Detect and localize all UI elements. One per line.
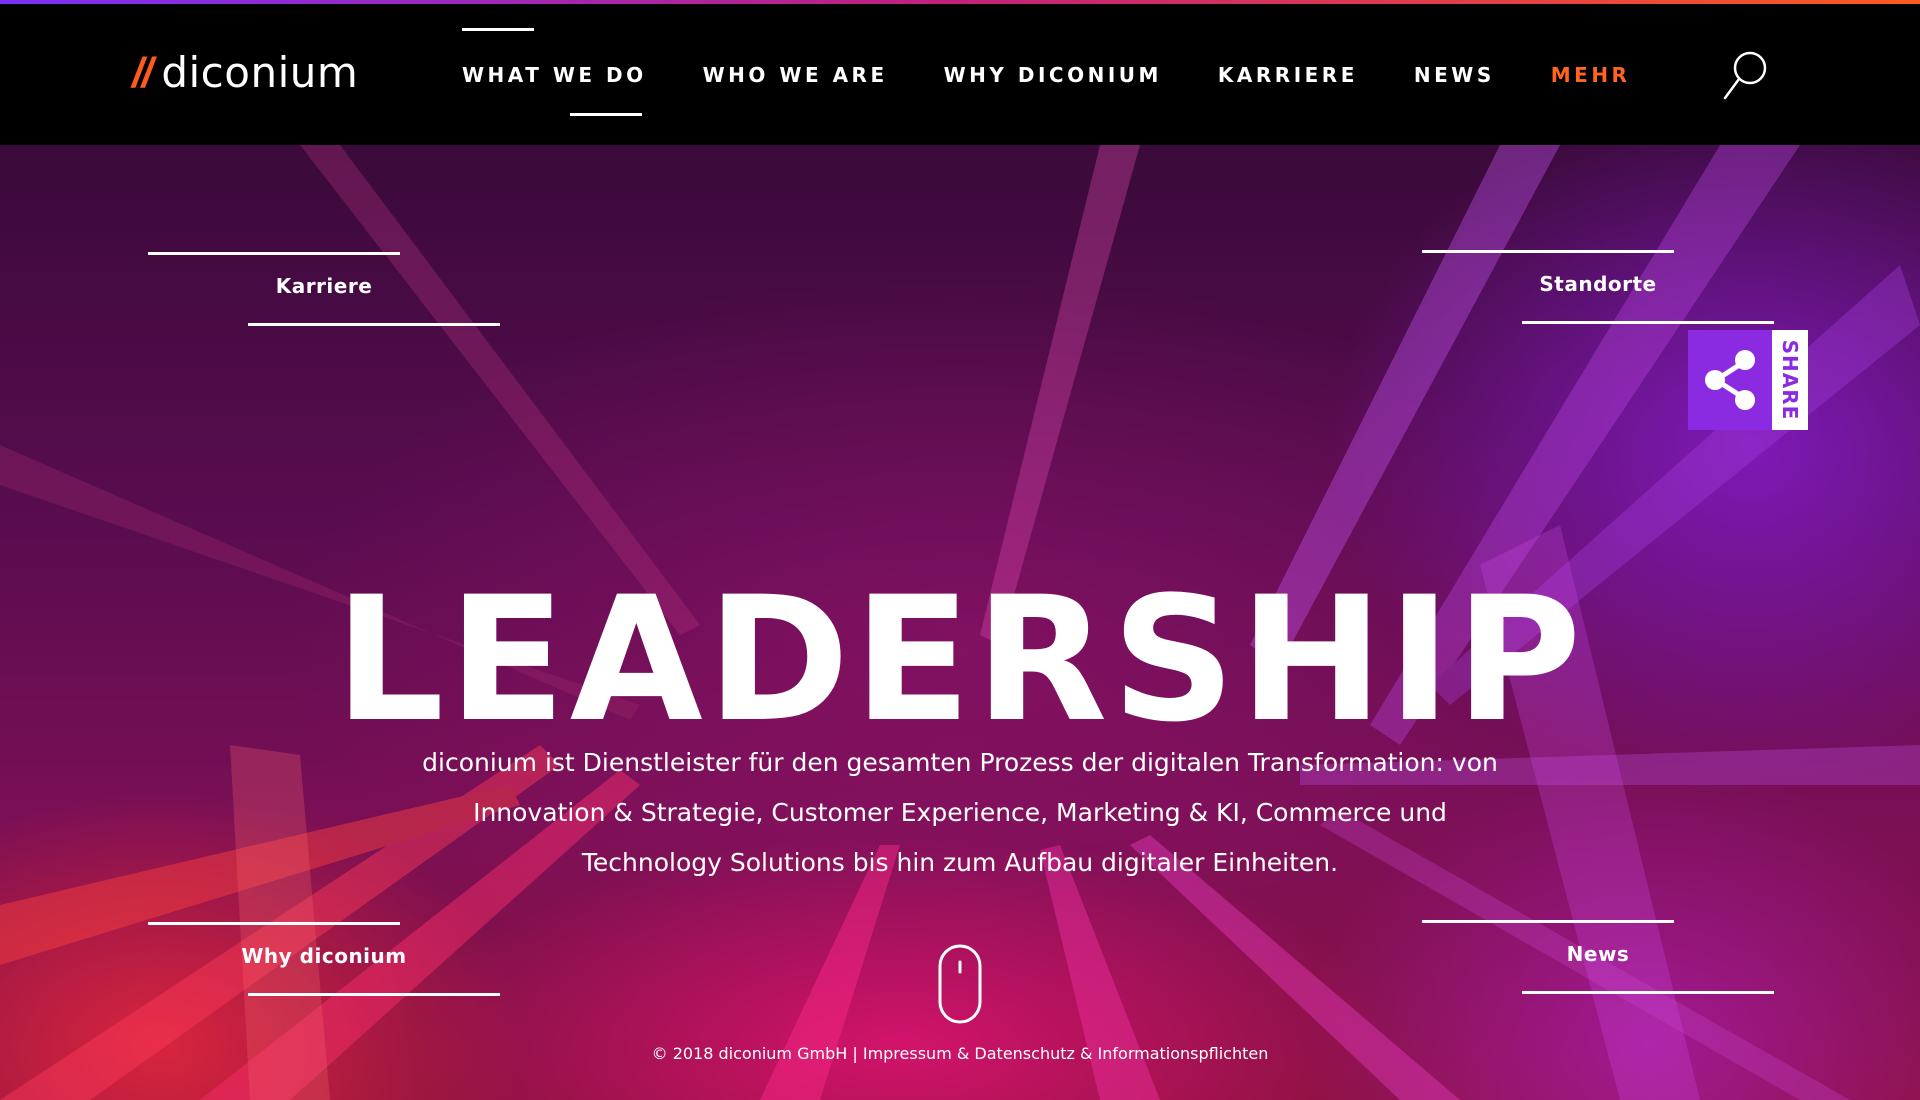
corner-link-karriere[interactable]: Karriere [148,252,500,326]
corner-line-top [148,252,400,255]
logo[interactable]: // diconium [132,48,358,108]
share-icon-box [1688,330,1772,430]
share-label-box: SHARE [1772,330,1808,430]
search-icon [1723,51,1767,100]
corner-link-why-diconium[interactable]: Why diconium [148,922,500,996]
nav-item-news[interactable]: NEWS [1414,63,1495,87]
nav-item-who-we-are[interactable]: WHO WE ARE [703,63,888,87]
corner-line-bottom [1522,991,1774,994]
nav-item-karriere[interactable]: KARRIERE [1218,63,1358,87]
nav-item-mehr[interactable]: MEHR [1551,63,1631,87]
logo-slashes: // [132,49,153,96]
corner-link-label: Why diconium [241,944,407,968]
hero-description-line: Technology Solutions bis hin zum Aufbau … [581,848,1339,877]
top-gradient-stripe [0,0,1920,4]
corner-line-top [1422,920,1674,923]
nav-item-why-diconium[interactable]: WHY DICONIUM [944,63,1162,87]
corner-line-bottom [248,993,500,996]
corner-link-news[interactable]: News [1422,920,1774,994]
share-label: SHARE [1778,339,1802,421]
footer-copyright: © 2018 diconium GmbH [651,1044,848,1063]
footer-legal-link[interactable]: Impressum & Datenschutz & Informationspf… [863,1044,1269,1063]
share-icon [1705,350,1755,410]
share-button[interactable]: SHARE [1688,330,1808,430]
footer-separator: | [852,1044,858,1063]
page: // diconium WHAT WE DO WHO WE ARE WHY DI… [0,0,1920,1100]
main-nav: WHAT WE DO WHO WE ARE WHY DICONIUM KARRI… [462,4,1686,145]
corner-line-top [1422,250,1674,253]
hero-headline: LEADERSHIP [334,559,1586,761]
corner-line-top [148,922,400,925]
hero-description-line: Innovation & Strategie, Customer Experie… [473,798,1447,827]
logo-text: diconium [161,48,359,97]
scroll-down-button[interactable] [938,944,982,1024]
site-header: // diconium WHAT WE DO WHO WE ARE WHY DI… [0,4,1920,145]
corner-line-bottom [248,323,500,326]
corner-link-label: Karriere [275,274,373,298]
nav-item-what-we-do[interactable]: WHAT WE DO [462,27,647,116]
corner-link-label: Standorte [1539,272,1657,296]
corner-link-standorte[interactable]: Standorte [1422,250,1774,324]
hero-description: diconium ist Dienstleister für den gesam… [410,738,1510,888]
mouse-scroll-icon [938,944,982,1024]
footer: © 2018 diconium GmbH | Impressum & Daten… [0,1044,1920,1063]
corner-link-label: News [1566,942,1630,966]
search-button[interactable] [1720,48,1770,104]
hero-description-line: diconium ist Dienstleister für den gesam… [422,748,1498,777]
corner-line-bottom [1522,321,1774,324]
